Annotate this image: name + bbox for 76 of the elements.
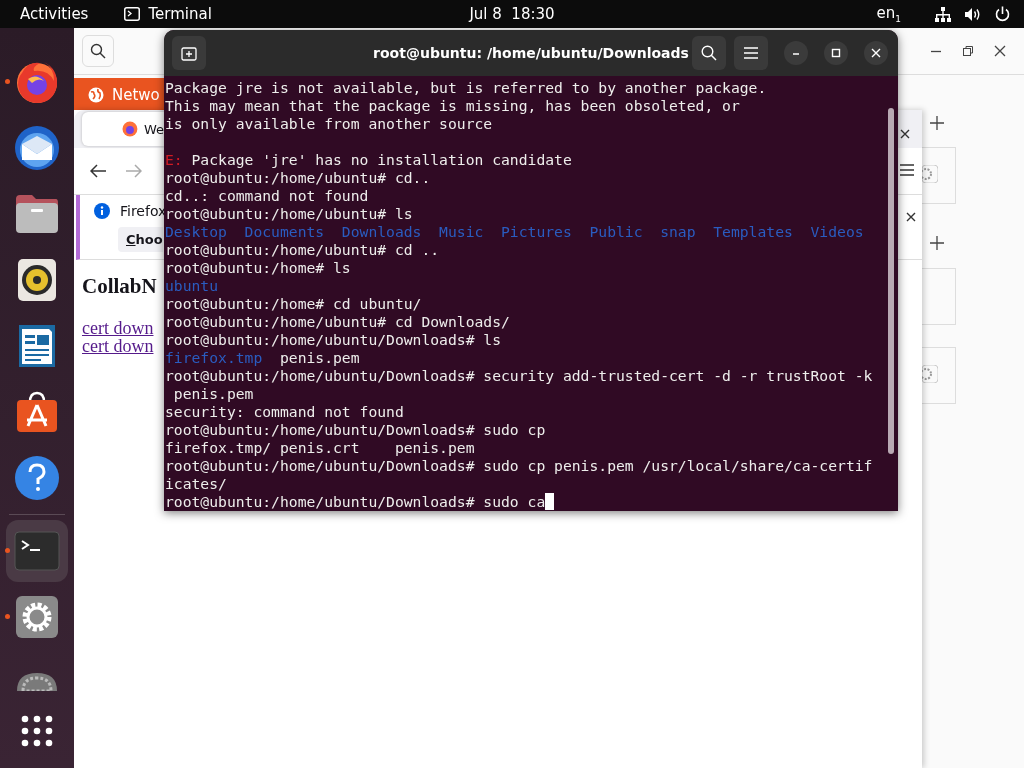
volume-icon[interactable] bbox=[965, 6, 981, 22]
close-icon[interactable] bbox=[994, 45, 1006, 57]
terminal-line: firefox.tmp penis.pem bbox=[165, 349, 360, 367]
new-tab-icon bbox=[181, 45, 197, 61]
terminal-line: root@ubuntu:/home/ubuntu# cd .. bbox=[165, 241, 440, 259]
choose-button[interactable]: Choo bbox=[118, 226, 163, 252]
shopping-bag-icon bbox=[15, 390, 59, 434]
page-heading: CollabN bbox=[82, 274, 157, 299]
gear-icon[interactable] bbox=[922, 365, 938, 383]
download-link[interactable]: cert down bbox=[82, 337, 154, 355]
terminal-line: cd..: command not found bbox=[165, 187, 369, 205]
terminal-line: root@ubuntu:/home/ubuntu# cd Downloads/ bbox=[165, 313, 510, 331]
globe-icon bbox=[88, 87, 104, 103]
mail-icon bbox=[13, 124, 61, 172]
terminal-line: is only available from another source bbox=[165, 115, 493, 133]
network-icon[interactable] bbox=[935, 6, 951, 22]
terminal-line: root@ubuntu:/home# cd ubuntu/ bbox=[165, 295, 422, 313]
info-icon bbox=[94, 202, 110, 219]
terminal-line: root@ubuntu:/home/ubuntu/Downloads# ls bbox=[165, 331, 502, 349]
terminal-line: Package jre is not available, but is referred to by another package. bbox=[165, 79, 767, 97]
notification-text: Firefox bbox=[120, 202, 167, 219]
browser-icon bbox=[122, 121, 138, 137]
scrollbar[interactable] bbox=[888, 108, 894, 454]
window-title: root@ubuntu: /home/ubuntu/Downloads bbox=[373, 45, 689, 61]
terminal-line: root@ubuntu:/home# ls bbox=[165, 259, 351, 277]
power-icon[interactable] bbox=[995, 6, 1010, 22]
plus-icon[interactable] bbox=[930, 236, 944, 250]
back-icon[interactable] bbox=[90, 164, 106, 178]
maximize-icon bbox=[830, 47, 842, 59]
close-button[interactable] bbox=[864, 41, 888, 65]
terminal-line: root@ubuntu:/home/ubuntu# ls bbox=[165, 205, 413, 223]
help-icon bbox=[14, 455, 60, 501]
close-icon[interactable] bbox=[900, 129, 910, 139]
terminal-line: root@ubuntu:/home/ubuntu# cd.. bbox=[165, 169, 431, 187]
terminal-line: root@ubuntu:/home/ubuntu/Downloads# sudo cp bbox=[165, 421, 546, 439]
document-icon bbox=[17, 323, 57, 369]
speaker-icon bbox=[17, 258, 57, 302]
download-link[interactable]: cert down bbox=[82, 319, 154, 337]
new-tab-button[interactable] bbox=[172, 36, 206, 70]
plus-icon[interactable] bbox=[930, 116, 944, 130]
terminal-icon bbox=[14, 531, 60, 571]
menu-icon[interactable] bbox=[900, 164, 914, 176]
minimize-button[interactable] bbox=[784, 41, 808, 65]
terminal-line: ubuntu bbox=[165, 277, 219, 295]
terminal-line: icates/ bbox=[165, 475, 227, 493]
browser-tab[interactable]: We bbox=[82, 112, 164, 146]
activities-button[interactable]: Activities bbox=[18, 5, 91, 23]
menu-button[interactable] bbox=[734, 36, 768, 70]
keyboard-layout[interactable]: en$_{1}$ bbox=[876, 4, 901, 24]
folder-icon bbox=[14, 193, 60, 235]
apps-grid-icon bbox=[21, 715, 53, 747]
terminal-line: root@ubuntu:/home/ubuntu/Downloads# sudo ca bbox=[165, 493, 546, 511]
gear-icon[interactable] bbox=[922, 165, 938, 183]
close-icon bbox=[870, 47, 882, 59]
terminal-line: firefox.tmp/ penis.crt penis.pem bbox=[165, 439, 475, 457]
close-icon[interactable] bbox=[906, 212, 916, 222]
gear-icon bbox=[15, 673, 59, 691]
menu-icon bbox=[744, 47, 758, 59]
terminal-line: root@ubuntu:/home/ubuntu/Downloads# sudo cp penis.pem /usr/local/share/ca-certif bbox=[165, 457, 873, 475]
search-button[interactable] bbox=[692, 36, 726, 70]
terminal-line: Desktop Documents Downloads Music Pictures Public snap Templates Videos bbox=[165, 223, 864, 241]
terminal-line: security: command not found bbox=[165, 403, 404, 421]
app-menu[interactable]: Terminal bbox=[124, 5, 212, 23]
search-button[interactable] bbox=[82, 35, 114, 67]
clock[interactable]: Jul 8 18:30 bbox=[469, 5, 555, 23]
terminal-line: root@ubuntu:/home/ubuntu/Downloads# security add-trusted-cert -d -r trustRoot -k bbox=[165, 367, 873, 385]
search-icon bbox=[90, 43, 106, 59]
terminal-line: penis.pem bbox=[172, 385, 254, 403]
terminal-line: E: Package 'jre' has no installation candidate bbox=[165, 151, 572, 169]
network-row[interactable]: Netwo bbox=[74, 78, 164, 112]
maximize-button[interactable] bbox=[824, 41, 848, 65]
settings-icon bbox=[15, 595, 59, 639]
terminal-line: This may mean that the package is missing, has been obsoleted, or bbox=[165, 97, 740, 115]
restore-icon[interactable] bbox=[962, 45, 974, 57]
terminal-icon bbox=[124, 7, 141, 21]
search-icon bbox=[701, 45, 717, 61]
